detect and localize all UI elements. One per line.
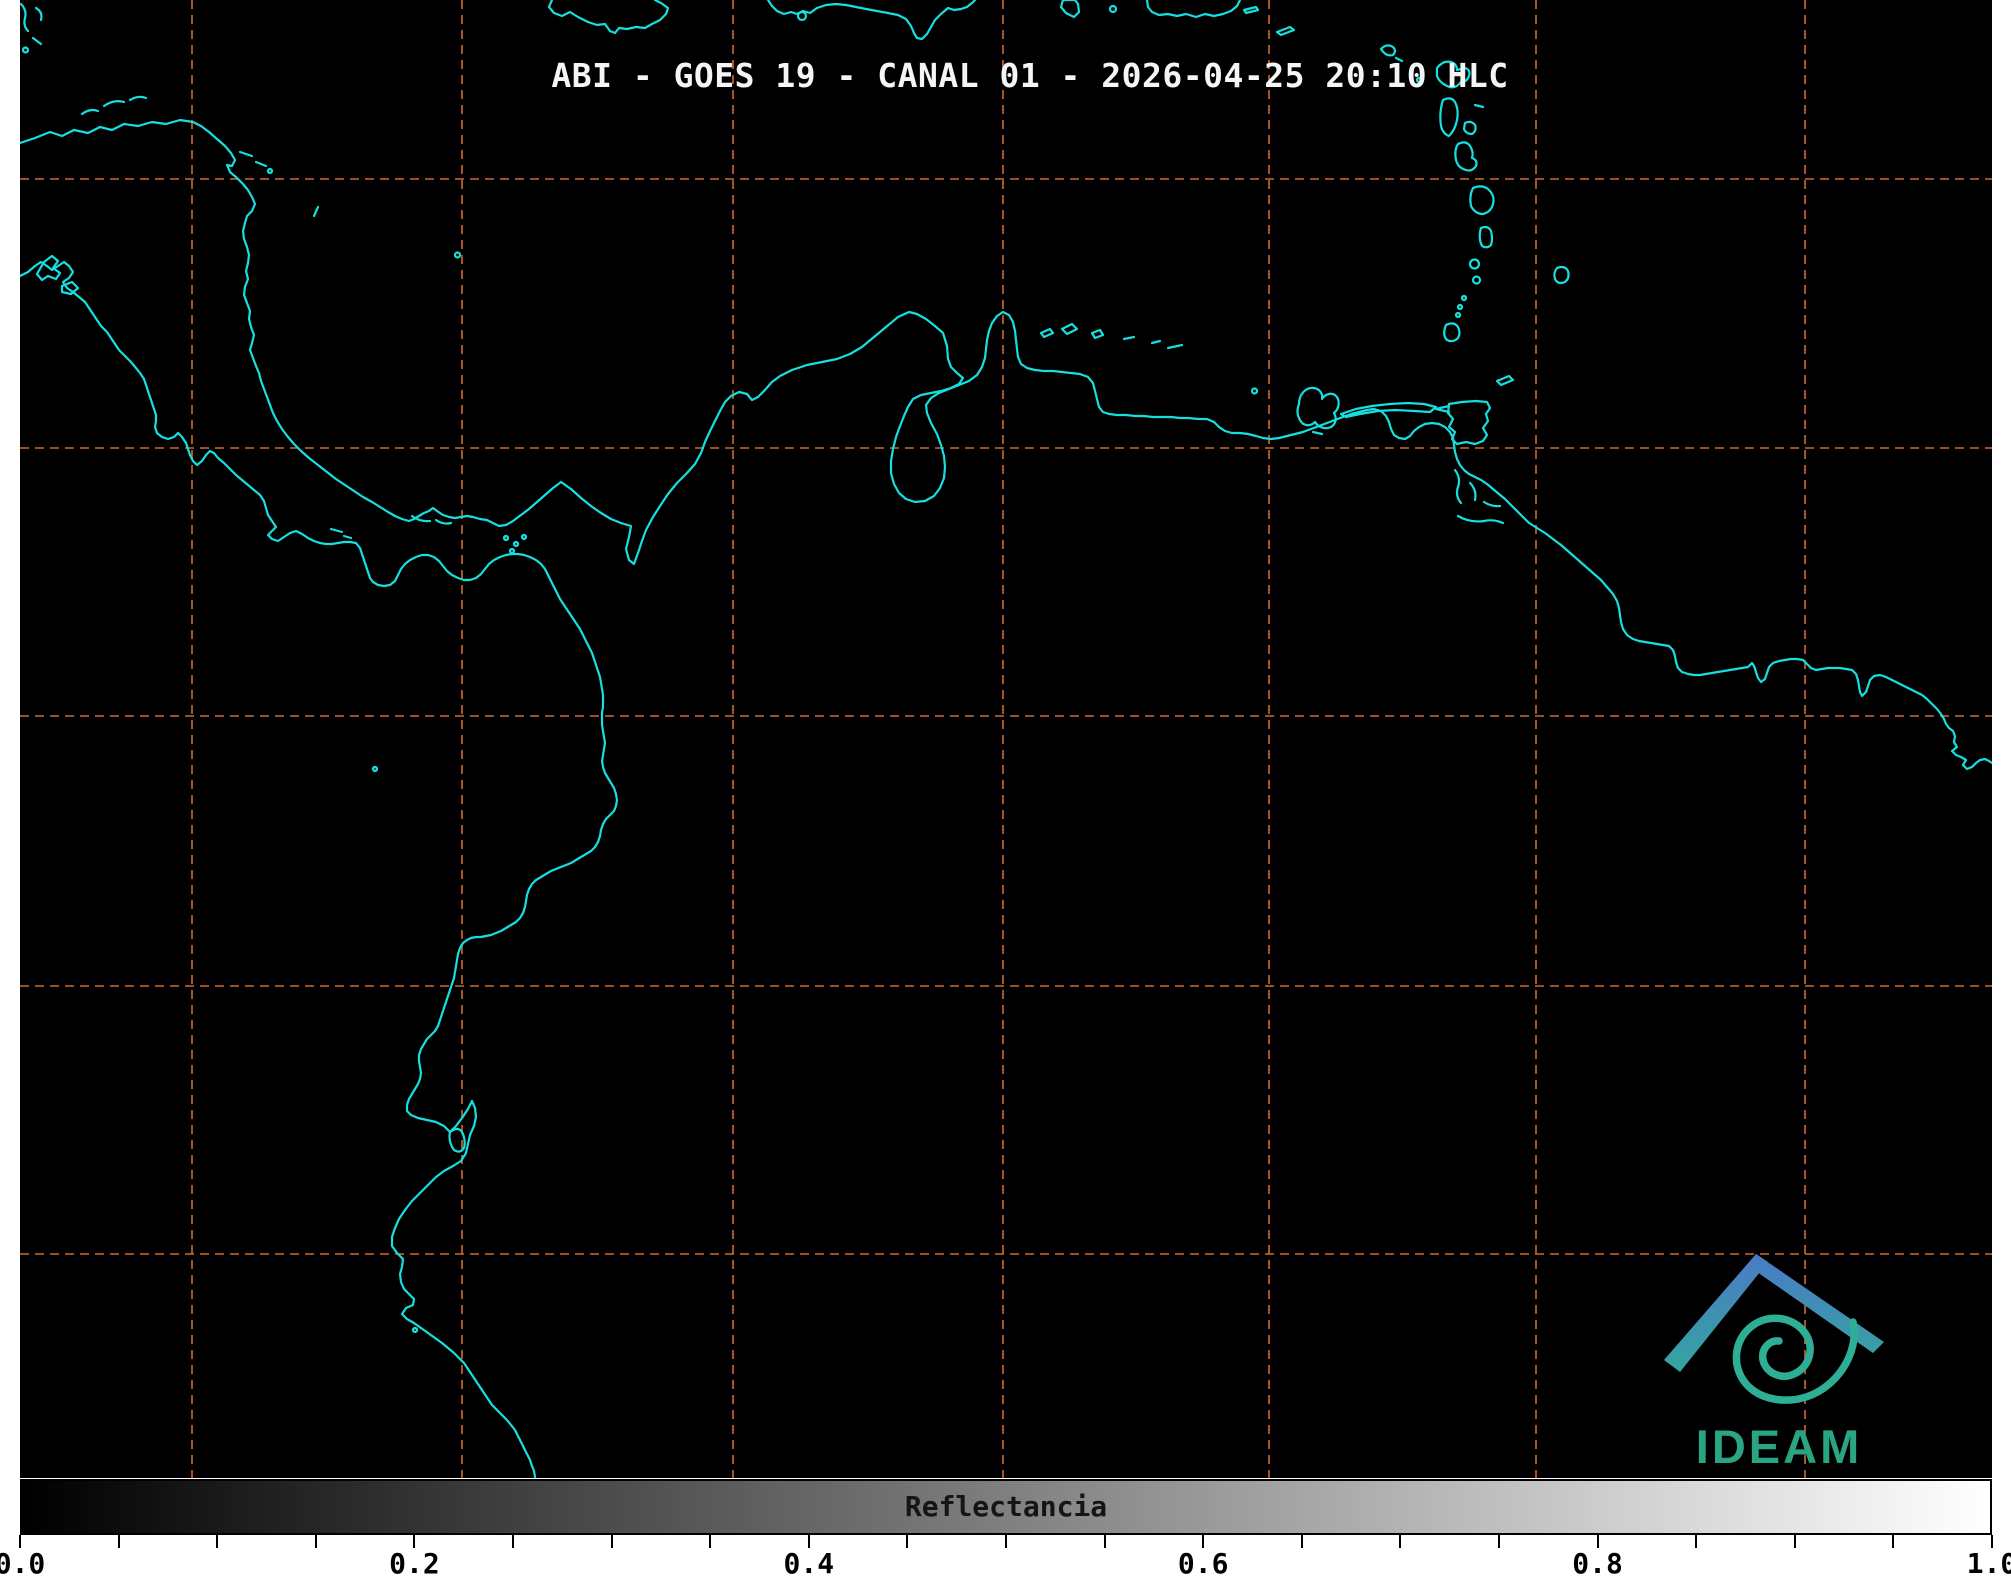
colorbar-tick: [709, 1535, 711, 1548]
colorbar: Reflectancia: [20, 1479, 1992, 1535]
colorbar-tick-label: 0.2: [389, 1547, 440, 1580]
colorbar-tick: [1005, 1535, 1007, 1548]
colorbar-tick: [1104, 1535, 1106, 1548]
colorbar-tick: [1498, 1535, 1500, 1548]
ideam-logo-text: IDEAM: [1696, 1419, 1862, 1474]
colorbar-tick-label: 0.8: [1572, 1547, 1623, 1580]
colorbar-tick: [1794, 1535, 1796, 1548]
colorbar-tick: [1301, 1535, 1303, 1548]
colorbar-tick-label: 0.4: [784, 1547, 835, 1580]
colorbar-tick: [315, 1535, 317, 1548]
colorbar-tick: [216, 1535, 218, 1548]
colorbar-tick: [1695, 1535, 1697, 1548]
colorbar-tick: [611, 1535, 613, 1548]
colorbar-tick-label: 1.0: [1967, 1547, 2011, 1580]
colorbar-label: Reflectancia: [905, 1490, 1107, 1523]
colorbar-tick: [1892, 1535, 1894, 1548]
colorbar-tick: [118, 1535, 120, 1548]
map-plot-area: [20, 0, 1992, 1478]
goes-satellite-product-image: { "title": "ABI - GOES 19 - CANAL 01 - 2…: [0, 0, 2011, 1577]
colorbar-tick: [906, 1535, 908, 1548]
map-title: ABI - GOES 19 - CANAL 01 - 2026-04-25 20…: [551, 56, 1508, 95]
colorbar-tick-label: 0.6: [1178, 1547, 1229, 1580]
colorbar-tick-label: 0.0: [0, 1547, 45, 1580]
colorbar-tick: [1399, 1535, 1401, 1548]
colorbar-tick: [512, 1535, 514, 1548]
